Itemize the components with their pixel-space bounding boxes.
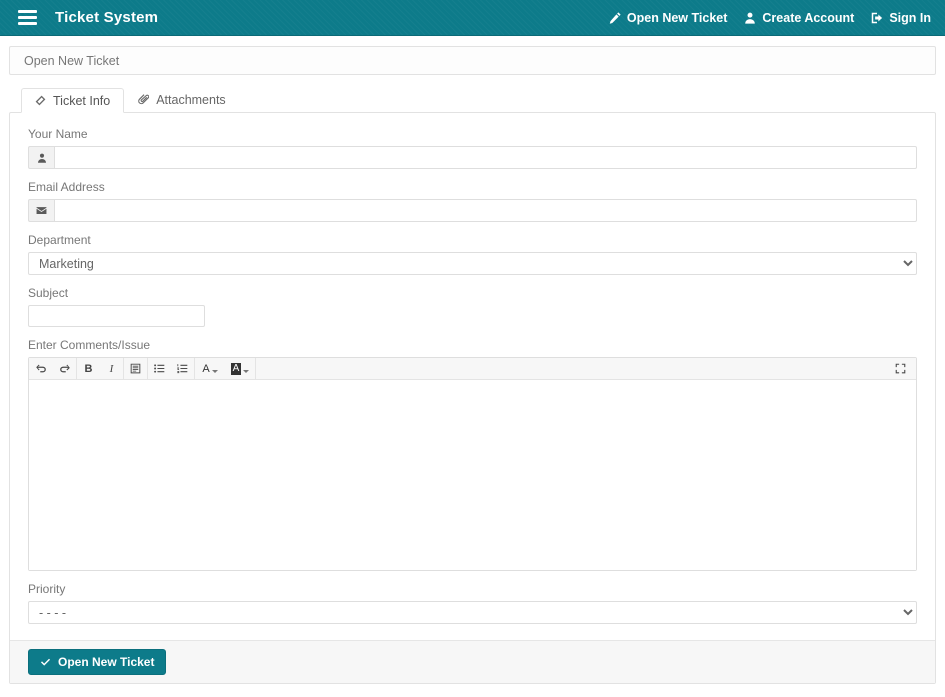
top-navbar: Ticket System Open New Ticket Create Acc… — [0, 0, 945, 36]
ticket-form-card: Your Name Email Address Department Marke… — [9, 112, 936, 684]
tab-label: Attachments — [156, 92, 226, 107]
user-icon — [744, 12, 756, 24]
field-priority: Priority - - - - — [28, 582, 917, 624]
text-color-icon[interactable]: A — [195, 358, 225, 379]
user-icon — [28, 146, 54, 169]
background-color-icon[interactable]: A — [225, 358, 255, 379]
fullscreen-icon[interactable] — [889, 363, 912, 374]
app-brand-title: Ticket System — [55, 9, 159, 26]
open-new-ticket-button[interactable]: Open New Ticket — [28, 649, 167, 675]
hamburger-menu-icon[interactable] — [18, 10, 37, 25]
field-email-address: Email Address — [28, 180, 917, 222]
italic-label: I — [109, 362, 114, 375]
comments-editor-area[interactable] — [29, 380, 916, 570]
chevron-down-icon — [211, 369, 218, 373]
field-department: Department Marketing — [28, 233, 917, 275]
form-actions: Open New Ticket — [10, 640, 935, 683]
toolbar-group-view — [889, 358, 915, 379]
check-icon — [40, 657, 51, 668]
navbar-links: Open New Ticket Create Account Sign In — [609, 11, 931, 25]
field-your-name: Your Name — [28, 127, 917, 169]
tab-attachments[interactable]: Attachments — [124, 87, 239, 112]
nav-sign-in[interactable]: Sign In — [871, 11, 931, 25]
toolbar-group-colors: A A — [195, 358, 256, 379]
ordered-list-icon[interactable] — [171, 358, 194, 379]
text-color-label: A — [202, 362, 210, 375]
input-group-your-name — [28, 146, 917, 169]
unordered-list-icon[interactable] — [148, 358, 171, 379]
your-name-input[interactable] — [54, 146, 917, 169]
subject-input[interactable] — [28, 305, 205, 327]
sign-in-icon — [871, 12, 883, 24]
field-comments: Enter Comments/Issue B I A A — [28, 338, 917, 571]
ticket-icon — [35, 95, 46, 106]
field-subject: Subject — [28, 286, 917, 327]
pencil-icon — [609, 11, 621, 24]
department-select[interactable]: Marketing — [28, 252, 917, 275]
toolbar-group-paragraph — [124, 358, 148, 379]
label-department: Department — [28, 233, 91, 247]
background-color-label: A — [230, 362, 242, 375]
page-wrapper: Open New Ticket Ticket Info Attachments … — [0, 36, 945, 697]
page-title: Open New Ticket — [9, 46, 936, 75]
label-email-address: Email Address — [28, 180, 105, 194]
submit-label: Open New Ticket — [58, 655, 155, 669]
priority-select[interactable]: - - - - — [28, 601, 917, 624]
label-your-name: Your Name — [28, 127, 88, 141]
email-address-input[interactable] — [54, 199, 917, 222]
toolbar-group-history — [30, 358, 77, 379]
bold-label: B — [84, 362, 93, 375]
italic-icon[interactable]: I — [100, 358, 123, 379]
undo-icon[interactable] — [30, 358, 53, 379]
toolbar-group-lists — [148, 358, 195, 379]
tab-ticket-info[interactable]: Ticket Info — [21, 88, 125, 113]
nav-link-label: Create Account — [762, 10, 855, 25]
tab-bar: Ticket Info Attachments — [9, 87, 936, 113]
tab-label: Ticket Info — [53, 93, 111, 108]
bold-icon[interactable]: B — [77, 358, 100, 379]
label-priority: Priority — [28, 582, 66, 596]
content-bottom-gap — [9, 684, 936, 697]
label-subject: Subject — [28, 286, 69, 300]
editor-toolbar: B I A A — [29, 358, 916, 380]
label-comments: Enter Comments/Issue — [28, 338, 151, 352]
nav-open-new-ticket[interactable]: Open New Ticket — [609, 10, 728, 25]
chevron-down-icon — [243, 369, 250, 373]
nav-link-label: Open New Ticket — [626, 10, 728, 25]
envelope-icon — [28, 199, 54, 222]
input-group-email-address — [28, 199, 917, 222]
paragraph-format-icon[interactable] — [124, 358, 147, 379]
paperclip-icon — [138, 94, 150, 105]
toolbar-group-style: B I — [77, 358, 124, 379]
nav-create-account[interactable]: Create Account — [744, 11, 854, 25]
ticket-form-body: Your Name Email Address Department Marke… — [10, 113, 935, 640]
nav-link-label: Sign In — [889, 10, 931, 25]
redo-icon[interactable] — [53, 358, 76, 379]
rich-text-editor: B I A A — [28, 357, 917, 571]
